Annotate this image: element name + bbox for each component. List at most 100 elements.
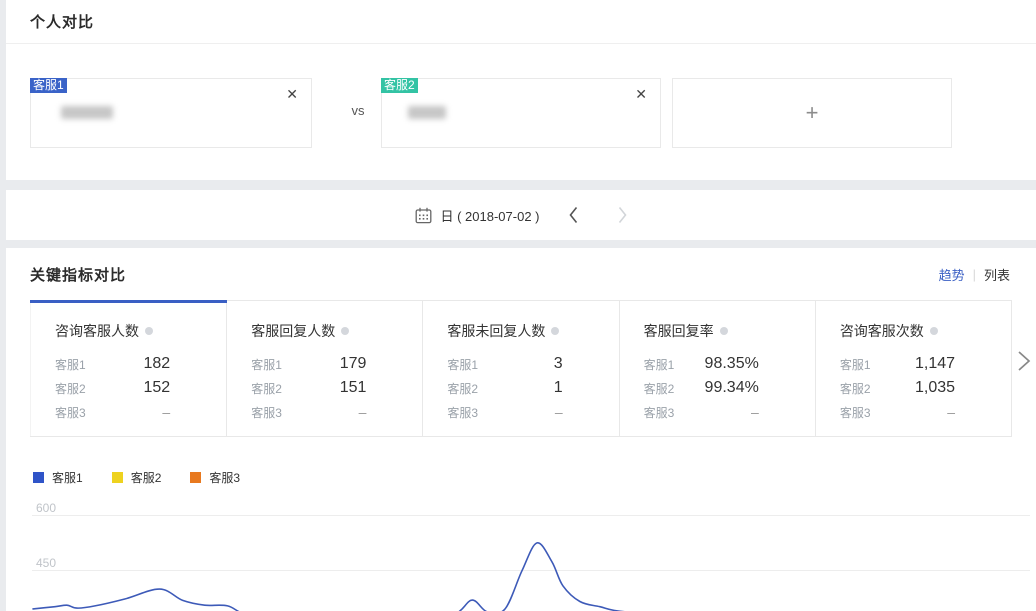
metric-row: 客服2 152: [55, 376, 202, 400]
metric-row-label: 客服1: [251, 356, 282, 373]
legend-swatch-icon: [112, 472, 123, 483]
metric-row-label: 客服2: [251, 380, 282, 397]
metric-card[interactable]: 咨询客服次数 客服1 1,147 客服2 1,035 客服3 –: [816, 300, 1012, 436]
date-picker[interactable]: 日 ( 2018-07-02 ): [415, 206, 628, 225]
metric-row-value: 98.35%: [705, 355, 759, 373]
metric-row: 客服3 –: [447, 400, 594, 424]
metric-row-value: 179: [340, 355, 367, 373]
metric-card-title: 咨询客服人数: [55, 321, 139, 341]
metric-card-title: 客服未回复人数: [447, 321, 545, 341]
metric-card-rows: 客服1 1,147 客服2 1,035 客服3 –: [840, 352, 987, 424]
metric-row-value: 152: [144, 379, 171, 397]
legend-item[interactable]: 客服2: [112, 469, 162, 486]
metric-row-label: 客服3: [447, 404, 478, 421]
metric-row: 客服1 3: [447, 352, 594, 376]
metric-card[interactable]: 客服回复率 客服1 98.35% 客服2 99.34% 客服3 –: [620, 300, 816, 436]
metric-row: 客服2 1: [447, 376, 594, 400]
legend-label: 客服3: [209, 469, 240, 486]
close-icon[interactable]: ✕: [286, 87, 298, 101]
agent1-name-blurred: [61, 106, 113, 119]
legend-item[interactable]: 客服1: [33, 469, 83, 486]
metric-row-label: 客服3: [55, 404, 86, 421]
key-metrics-panel: 关键指标对比 趋势 | 列表 咨询客服人数 客服1 182 客服2 152 客服…: [6, 248, 1036, 611]
trend-chart: 600450300: [6, 494, 1036, 611]
metric-row-value: –: [359, 404, 367, 420]
metric-row: 客服3 –: [840, 400, 987, 424]
legend-item[interactable]: 客服3: [190, 469, 240, 486]
metric-card-title: 咨询客服次数: [840, 321, 924, 341]
next-day-icon[interactable]: [617, 206, 628, 224]
metric-row-value: –: [947, 404, 955, 420]
info-icon[interactable]: [720, 327, 728, 335]
metric-row-value: 3: [554, 355, 563, 373]
agent2-name-blurred: [408, 106, 446, 119]
metric-row-value: –: [751, 404, 759, 420]
date-label[interactable]: 日 ( 2018-07-02 ): [441, 206, 540, 225]
metric-card-title-row: 客服未回复人数: [447, 321, 594, 341]
metric-row: 客服1 98.35%: [644, 352, 791, 376]
legend-label: 客服1: [52, 469, 83, 486]
metric-card-title: 客服回复人数: [251, 321, 335, 341]
metric-row-value: 151: [340, 379, 367, 397]
metric-row: 客服3 –: [644, 400, 791, 424]
metric-card[interactable]: 客服回复人数 客服1 179 客服2 151 客服3 –: [227, 300, 423, 436]
toggle-divider: |: [973, 267, 976, 282]
metric-row: 客服2 151: [251, 376, 398, 400]
metric-row: 客服3 –: [55, 400, 202, 424]
view-toggle: 趋势 | 列表: [939, 265, 1010, 284]
metric-card-title-row: 客服回复人数: [251, 321, 398, 341]
prev-day-icon[interactable]: [568, 206, 579, 224]
metric-card-title-row: 客服回复率: [644, 321, 791, 341]
metric-card-rows: 客服1 182 客服2 152 客服3 –: [55, 352, 202, 424]
metric-row-value: 1: [554, 379, 563, 397]
metric-row: 客服1 182: [55, 352, 202, 376]
legend-label: 客服2: [131, 469, 162, 486]
metric-card-title-row: 咨询客服次数: [840, 321, 987, 341]
toggle-trend[interactable]: 趋势: [939, 265, 965, 284]
metric-row: 客服1 1,147: [840, 352, 987, 376]
toggle-list[interactable]: 列表: [984, 265, 1010, 284]
metric-row-value: –: [162, 404, 170, 420]
series-line-客服1: [33, 543, 1030, 611]
legend-swatch-icon: [33, 472, 44, 483]
plus-icon: +: [806, 100, 819, 126]
personal-comparison-header: 个人对比: [6, 0, 1036, 44]
info-icon[interactable]: [341, 327, 349, 335]
calendar-icon[interactable]: [415, 207, 432, 224]
info-icon[interactable]: [930, 327, 938, 335]
metric-row-label: 客服3: [840, 404, 871, 421]
line-chart-svg: [6, 494, 1036, 611]
metric-row-label: 客服1: [644, 356, 675, 373]
metric-cards-row: 咨询客服人数 客服1 182 客服2 152 客服3 – 客服回复人数 客服1 …: [30, 300, 1012, 437]
metric-row: 客服1 179: [251, 352, 398, 376]
personal-comparison-panel: 个人对比 客服1 ✕ vs 客服2 ✕ +: [6, 0, 1036, 180]
metric-row-label: 客服2: [840, 380, 871, 397]
metric-row-value: 99.34%: [705, 379, 759, 397]
metric-row: 客服3 –: [251, 400, 398, 424]
info-icon[interactable]: [145, 327, 153, 335]
metric-card[interactable]: 客服未回复人数 客服1 3 客服2 1 客服3 –: [423, 300, 619, 436]
date-bar-panel: 日 ( 2018-07-02 ): [6, 190, 1036, 240]
metric-row-label: 客服2: [644, 380, 675, 397]
metric-row-label: 客服1: [447, 356, 478, 373]
agent-slot-2[interactable]: 客服2 ✕: [381, 78, 661, 148]
metric-card-rows: 客服1 3 客服2 1 客服3 –: [447, 352, 594, 424]
metric-row-label: 客服2: [55, 380, 86, 397]
agent-slot-1[interactable]: 客服1 ✕: [30, 78, 312, 148]
agent2-tag: 客服2: [381, 78, 418, 93]
add-agent-button[interactable]: +: [672, 78, 952, 148]
cards-next-icon[interactable]: [1016, 350, 1032, 372]
metric-card-title: 客服回复率: [644, 321, 714, 341]
metric-row-label: 客服1: [55, 356, 86, 373]
metric-card[interactable]: 咨询客服人数 客服1 182 客服2 152 客服3 –: [30, 300, 227, 436]
metric-row-value: –: [555, 404, 563, 420]
section-title: 关键指标对比: [30, 264, 126, 285]
metric-row-value: 1,147: [915, 355, 955, 373]
page-title: 个人对比: [30, 11, 94, 32]
metric-row-label: 客服3: [644, 404, 675, 421]
close-icon[interactable]: ✕: [635, 87, 647, 101]
info-icon[interactable]: [551, 327, 559, 335]
metric-card-title-row: 咨询客服人数: [55, 321, 202, 341]
metric-card-rows: 客服1 179 客服2 151 客服3 –: [251, 352, 398, 424]
metric-row-value: 1,035: [915, 379, 955, 397]
